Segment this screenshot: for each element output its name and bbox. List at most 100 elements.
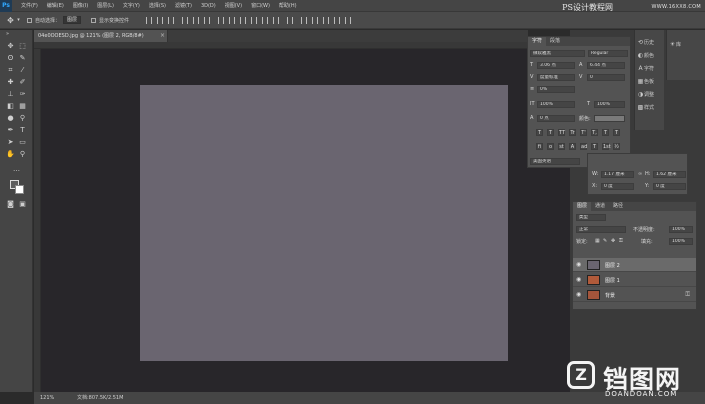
vertical-scale-field[interactable]: 0% [537,86,575,93]
font-size-field[interactable]: 3.06 点 [537,62,575,69]
lock-all-icon[interactable]: ⚿ [619,238,623,244]
fractions-button[interactable]: ½ [613,143,620,150]
align-vcenter-icon[interactable] [157,16,164,24]
discretionary-ligature-button[interactable]: st [558,143,565,150]
menu-3d[interactable]: 3D(D) [201,3,216,9]
marquee-tool-icon[interactable]: ⬚ [18,42,27,51]
titling-alternates-button[interactable]: T [591,143,598,150]
menu-help[interactable]: 帮助(H) [279,2,297,9]
color-panel-button[interactable]: ◐颜色 [637,51,665,61]
3d-roll-icon[interactable] [323,16,330,24]
strikethrough-button[interactable]: T [613,129,620,136]
more-tools-icon[interactable]: … [12,165,21,174]
history-panel-button[interactable]: ⟲历史 [637,38,665,48]
subscript-button[interactable]: T, [591,129,598,136]
document-canvas[interactable] [140,85,508,361]
layer-row[interactable]: ◉ 图层 1 [573,273,696,287]
menu-file[interactable]: 文件(F) [21,2,38,9]
move-tool-icon[interactable]: ✥ [6,42,15,51]
small-caps-button[interactable]: Tr [569,129,576,136]
opacity-field[interactable]: 100% [669,226,693,233]
y-field[interactable]: 0 度 [653,183,686,190]
baseline-shift-field[interactable]: 0 点 [537,115,575,122]
chevron-down-icon[interactable]: ▾ [16,16,21,25]
hand-tool-icon[interactable]: ✋ [6,150,15,159]
eye-icon[interactable]: ◉ [576,262,582,268]
dodge-tool-icon[interactable]: ⚲ [18,114,27,123]
link-icon[interactable]: ∞ [638,171,642,177]
panel-collapse-icon[interactable]: » [3,32,12,41]
layer-row[interactable]: ◉ 背景 ⚿ [573,288,696,302]
ordinals-button[interactable]: 1st [602,143,611,150]
shape-tool-icon[interactable]: ▭ [18,138,27,147]
leading-field[interactable]: 6.44 点 [587,62,625,69]
horizontal-scale-field[interactable]: 100% [537,101,575,108]
move-tool-icon[interactable]: ✥ [6,16,15,25]
menu-image[interactable]: 图像(I) [73,2,88,9]
menu-window[interactable]: 窗口(W) [251,2,270,9]
tab-paragraph[interactable]: 段落 [546,37,564,46]
tab-channels[interactable]: 通道 [591,202,609,211]
character-panel-button[interactable]: A字符 [637,64,665,74]
history-brush-tool-icon[interactable]: ✑ [18,90,27,99]
quick-mask-icon[interactable]: ◙ [6,200,15,209]
swatches-panel-button[interactable]: ▦色板 [637,77,665,87]
font-style-select[interactable]: Regular [588,50,628,57]
faux-italic-button[interactable]: T [547,129,554,136]
quick-select-tool-icon[interactable]: ✎ [18,54,27,63]
adjustments-panel-button[interactable]: ◑调整 [637,90,665,100]
brush-tool-icon[interactable]: ✐ [18,78,27,87]
fill-field[interactable]: 100% [669,238,693,245]
blur-tool-icon[interactable]: ● [6,114,15,123]
photoshop-logo[interactable]: Ps [0,0,12,12]
menu-select[interactable]: 选择(S) [149,2,166,9]
styles-panel-button[interactable]: ▩样式 [637,103,665,113]
align-right-icon[interactable] [204,16,211,24]
kerning-field[interactable]: 度量标准 [537,74,575,81]
layer-filter-select[interactable]: 类型 [576,214,606,221]
vertical-scale-field-2[interactable]: 100% [594,101,625,108]
eraser-tool-icon[interactable]: ◧ [6,102,15,111]
contextual-alternates-button[interactable]: o [547,143,554,150]
align-hcenter-icon[interactable] [193,16,200,24]
tab-character[interactable]: 字符 [528,37,547,46]
document-tab[interactable]: 04e0OOESD.jpg @ 121% (图层 2, RGB/8#) [34,30,168,42]
screen-mode-icon[interactable]: ▣ [18,200,27,209]
eyedropper-tool-icon[interactable]: ⁄ [18,66,27,75]
3d-mode-icon[interactable] [301,16,308,24]
clone-stamp-tool-icon[interactable]: ⊥ [6,90,15,99]
align-bottom-icon[interactable] [168,16,175,24]
distribute-hcenter-icon[interactable] [262,16,269,24]
background-color-swatch[interactable] [15,185,24,194]
tab-layers[interactable]: 图层 [573,202,592,211]
distribute-vcenter-icon[interactable] [229,16,236,24]
align-left-icon[interactable] [182,16,189,24]
pen-tool-icon[interactable]: ✒ [6,126,15,135]
width-field[interactable]: 1.17 厘米 [601,171,634,178]
lock-pixels-icon[interactable]: ▦ [595,238,600,244]
language-select[interactable]: 美国英语 [530,158,580,165]
zoom-level[interactable]: 121% [40,392,54,404]
type-tool-icon[interactable]: T [18,126,27,135]
document-info[interactable]: 文档:807.5K/2.51M [77,392,123,404]
faux-bold-button[interactable]: T [536,129,543,136]
close-icon[interactable]: × [160,30,165,42]
height-field[interactable]: 1.62 厘米 [653,171,686,178]
zoom-tool-icon[interactable]: ⚲ [18,150,27,159]
menu-edit[interactable]: 编辑(E) [47,2,64,9]
3d-slide-icon[interactable] [345,16,352,24]
blend-mode-select[interactable]: 正常 [576,226,626,233]
healing-brush-tool-icon[interactable]: ✚ [6,78,15,87]
eye-icon[interactable]: ◉ [576,277,582,283]
crop-tool-icon[interactable]: ⌗ [6,66,15,75]
all-caps-button[interactable]: TT [558,129,565,136]
show-transform-checkbox[interactable] [91,17,97,23]
menu-view[interactable]: 视图(V) [225,2,242,9]
layer-row[interactable]: ◉ 图层 2 [573,258,696,272]
distribute-right-icon[interactable] [273,16,280,24]
path-select-tool-icon[interactable]: ➤ [6,138,15,147]
lock-image-icon[interactable]: ✎ [603,238,607,244]
distribute-top-icon[interactable] [218,16,225,24]
menu-filter[interactable]: 滤镜(T) [175,2,192,9]
3d-pan-icon[interactable] [334,16,341,24]
